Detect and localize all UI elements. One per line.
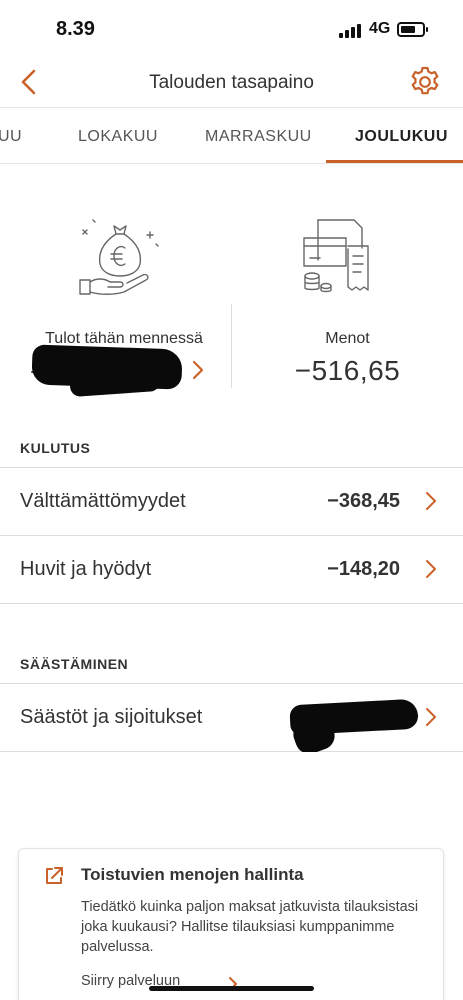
receipt-card-coins-icon [303, 219, 369, 293]
status-bar: 8.39 4G [0, 0, 463, 60]
tab-lokakuu[interactable]: LOKAKUU [78, 128, 158, 146]
expense-label: Menot [325, 330, 370, 347]
money-bag-hand-icon [79, 219, 159, 295]
external-link-icon [46, 867, 63, 884]
tab-previous-partial[interactable]: UU [0, 128, 22, 146]
active-tab-indicator [326, 160, 463, 163]
chevron-right-icon[interactable] [190, 359, 206, 381]
section-title: SÄÄSTÄMINEN [20, 656, 129, 672]
promo-body: Tiedätkö kuinka paljon maksat jatkuvista… [81, 899, 419, 955]
battery-icon [397, 22, 428, 37]
summary-panel: Tulot tähän mennessä +5 Menot −516,65 [0, 164, 463, 420]
gear-icon[interactable] [408, 65, 442, 99]
tab-marraskuu[interactable]: MARRASKUU [205, 128, 312, 146]
section-header-kulutus: KULUTUS [0, 420, 463, 468]
network-label: 4G [369, 20, 391, 37]
status-time: 8.39 [56, 18, 95, 40]
month-tabs: UU LOKAKUU MARRASKUU JOULUKUU [0, 108, 463, 164]
promo-card[interactable]: Toistuvien menojen hallinta Tiedätkö kui… [18, 848, 444, 1000]
category-row-huvit[interactable]: Huvit ja hyödyt −148,20 [0, 536, 463, 604]
section-title: KULUTUS [20, 440, 91, 456]
chevron-right-icon [426, 708, 436, 726]
chevron-right-icon [426, 492, 436, 510]
home-indicator[interactable] [149, 986, 314, 991]
expense-value: −516,65 [294, 355, 401, 386]
category-row-saastot[interactable]: Säästöt ja sijoitukset [0, 684, 463, 758]
tab-joulukuu[interactable]: JOULUKUU [355, 128, 448, 146]
row-label: Välttämättömyydet [20, 490, 186, 512]
nav-bar: Talouden tasapaino [0, 60, 463, 108]
chevron-right-icon [426, 560, 436, 578]
category-row-valttamattomyydet[interactable]: Välttämättömyydet −368,45 [0, 468, 463, 536]
row-amount: −368,45 [327, 490, 400, 512]
page-title: Talouden tasapaino [149, 72, 314, 93]
section-header-saastaminen: SÄÄSTÄMINEN [0, 636, 463, 684]
row-label: Huvit ja hyödyt [20, 558, 152, 580]
row-amount: −148,20 [327, 558, 400, 580]
promo-title: Toistuvien menojen hallinta [81, 865, 304, 884]
section-spacer [0, 604, 463, 636]
signal-icon [339, 24, 363, 38]
row-label: Säästöt ja sijoitukset [20, 706, 203, 728]
